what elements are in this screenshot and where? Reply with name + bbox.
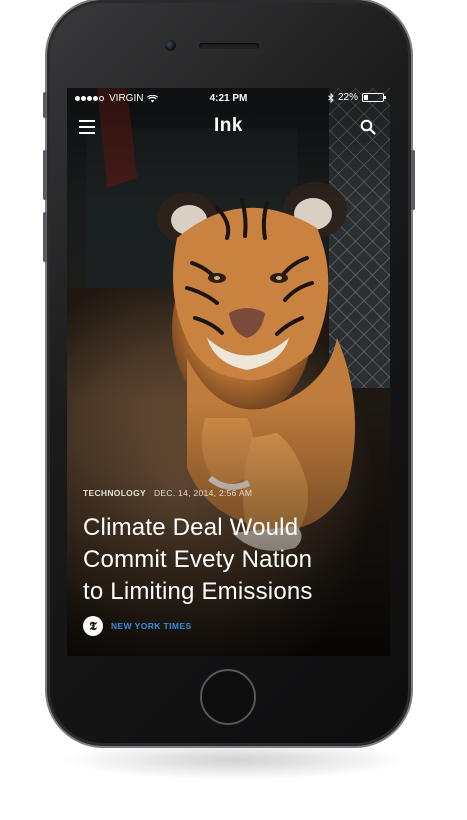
battery-icon bbox=[362, 93, 386, 102]
phone-device: VIRGIN 4:21 PM 22% Ink TECHNOLOGY DEC. 1… bbox=[43, 0, 415, 746]
headline-line: Climate Deal Would bbox=[83, 514, 299, 541]
volume-up-button bbox=[43, 150, 47, 200]
bluetooth-icon bbox=[328, 92, 334, 103]
headline-line: Commit Evety Nation bbox=[83, 546, 313, 573]
article-category[interactable]: TECHNOLOGY bbox=[83, 488, 146, 498]
search-icon[interactable] bbox=[360, 119, 376, 135]
article-source[interactable]: 𝕿 NEW YORK TIMES bbox=[83, 616, 192, 636]
status-right: 22% bbox=[328, 92, 386, 103]
source-name-link[interactable]: NEW YORK TIMES bbox=[111, 621, 192, 631]
status-bar: VIRGIN 4:21 PM 22% bbox=[67, 88, 390, 110]
power-button bbox=[411, 150, 415, 210]
headline-line: to Limiting Emissions bbox=[83, 578, 313, 605]
battery-level-fill bbox=[364, 95, 368, 100]
article-card[interactable]: TECHNOLOGY DEC. 14, 2014, 2:56 AM Climat… bbox=[83, 488, 383, 608]
article-date: DEC. 14, 2014, 2:56 AM bbox=[153, 488, 253, 498]
article-meta: TECHNOLOGY DEC. 14, 2014, 2:56 AM bbox=[83, 488, 383, 498]
nyt-logo-icon: 𝕿 bbox=[83, 616, 103, 636]
mute-switch bbox=[43, 92, 47, 118]
nav-bar: Ink bbox=[67, 112, 390, 142]
home-button[interactable] bbox=[200, 669, 256, 725]
battery-percent: 22% bbox=[337, 92, 358, 103]
front-camera bbox=[165, 40, 176, 51]
phone-screen: VIRGIN 4:21 PM 22% Ink TECHNOLOGY DEC. 1… bbox=[67, 88, 390, 656]
article-headline[interactable]: Climate Deal Would Commit Evety Nation t… bbox=[83, 512, 383, 608]
phone-floor-shadow bbox=[60, 740, 410, 780]
earpiece-speaker bbox=[199, 43, 259, 49]
app-title: Ink bbox=[214, 115, 243, 136]
volume-down-button bbox=[43, 212, 47, 262]
